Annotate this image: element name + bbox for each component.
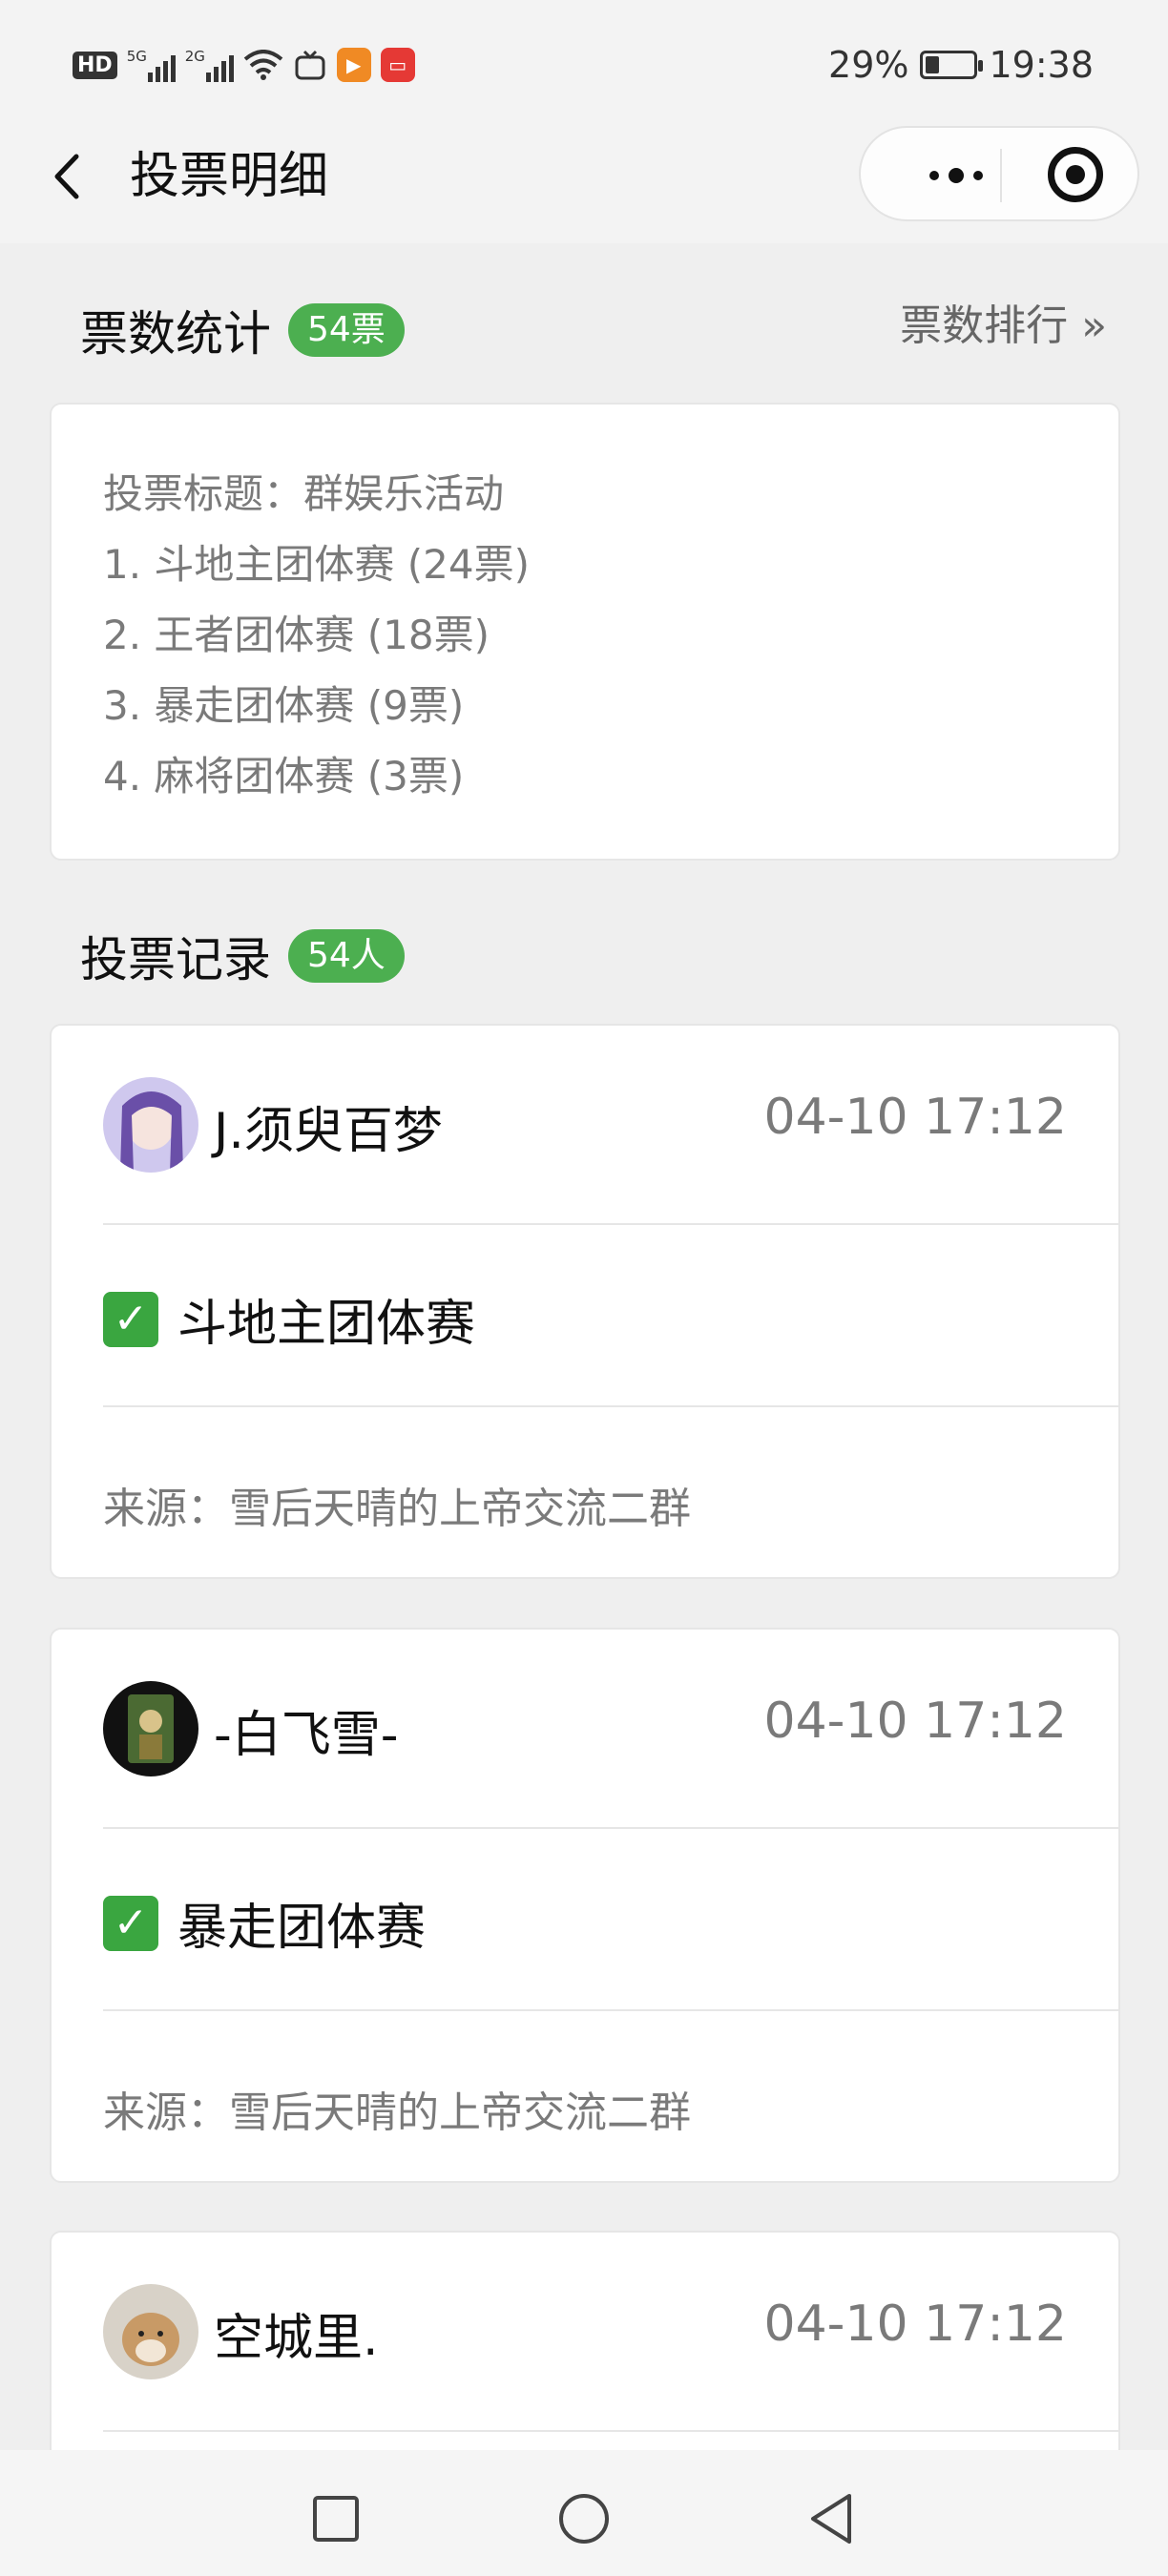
avatar xyxy=(103,2284,198,2379)
check-icon: ✓ xyxy=(103,1895,158,1951)
hd-icon: HD xyxy=(73,51,117,79)
status-bar: HD 5G 2G ▶ ▭ 29% 19:38 xyxy=(0,0,1168,134)
back-icon[interactable] xyxy=(48,143,86,210)
status-right: 29% 19:38 xyxy=(828,44,1094,86)
system-nav-bar xyxy=(0,2450,1168,2576)
record-card: -白飞雪- 04-10 17:12 ✓ 暴走团体赛 来源：雪后天晴的上帝交流二群 xyxy=(50,1628,1120,2183)
divider xyxy=(103,1827,1118,1829)
mini-program-capsule xyxy=(859,126,1139,221)
records-badge: 54人 xyxy=(288,929,405,983)
message-app-icon: ▭ xyxy=(380,48,415,82)
tv-app-icon xyxy=(295,50,325,80)
battery-percent: 29% xyxy=(828,44,909,86)
clock: 19:38 xyxy=(989,44,1094,86)
divider xyxy=(103,2009,1118,2011)
voter-name: 空城里. xyxy=(214,2310,379,2367)
vote-title: 投票标题：群娱乐活动 xyxy=(103,470,505,517)
option-1: 1. 斗地主团体赛 (24票) xyxy=(103,541,530,588)
vote-source: 来源：雪后天晴的上帝交流二群 xyxy=(103,1485,691,1533)
stats-badge: 54票 xyxy=(288,303,405,357)
vote-time: 04-10 17:12 xyxy=(763,1693,1067,1750)
target-icon[interactable] xyxy=(1048,147,1103,202)
rank-link[interactable]: 票数排行 » xyxy=(900,291,1107,352)
vote-time: 04-10 17:12 xyxy=(763,2296,1067,2353)
record-card: J.须臾百梦 04-10 17:12 ✓ 斗地主团体赛 来源：雪后天晴的上帝交流… xyxy=(50,1024,1120,1579)
avatar-image xyxy=(103,1681,198,1776)
option-3: 3. 暴走团体赛 (9票) xyxy=(103,682,465,729)
wifi-icon xyxy=(243,50,282,80)
avatar-image xyxy=(103,1077,198,1173)
stats-card: 投票标题：群娱乐活动 1. 斗地主团体赛 (24票) 2. 王者团体赛 (18票… xyxy=(50,403,1120,861)
vote-choice: ✓ 暴走团体赛 xyxy=(103,1887,426,1959)
circle-icon[interactable] xyxy=(555,2490,613,2547)
nav-bar: 投票明细 xyxy=(0,126,1168,243)
records-title: 投票记录 xyxy=(80,932,271,987)
voter-name: J.须臾百梦 xyxy=(214,1103,443,1160)
signal-icon-sim1: 5G xyxy=(127,48,176,82)
more-icon[interactable] xyxy=(899,158,1013,193)
divider xyxy=(103,2430,1118,2432)
voter-name: -白飞雪- xyxy=(214,1707,399,1764)
vote-source: 来源：雪后天晴的上帝交流二群 xyxy=(103,2088,691,2137)
battery-icon xyxy=(920,51,984,79)
status-icons: HD 5G 2G ▶ ▭ xyxy=(73,48,415,82)
stats-header: 票数统计 54票 xyxy=(80,296,405,364)
option-4: 4. 麻将团体赛 (3票) xyxy=(103,753,465,800)
back-triangle-icon[interactable] xyxy=(803,2490,861,2547)
avatar xyxy=(103,1077,198,1173)
check-icon: ✓ xyxy=(103,1291,158,1347)
option-2: 2. 王者团体赛 (18票) xyxy=(103,612,490,658)
vote-choice: ✓ 斗地主团体赛 xyxy=(103,1283,475,1355)
avatar xyxy=(103,1681,198,1776)
records-header: 投票记录 54人 xyxy=(80,922,405,990)
avatar-image xyxy=(103,2284,198,2379)
square-icon[interactable] xyxy=(307,2490,365,2547)
divider xyxy=(103,1405,1118,1407)
stats-title: 票数统计 xyxy=(80,306,271,362)
capsule-divider xyxy=(1000,149,1002,202)
page-title: 投票明细 xyxy=(130,148,329,205)
choice-text: 斗地主团体赛 xyxy=(177,1296,476,1353)
divider xyxy=(103,1223,1118,1225)
vote-time: 04-10 17:12 xyxy=(763,1089,1067,1146)
signal-icon-sim2: 2G xyxy=(185,48,234,82)
video-app-icon: ▶ xyxy=(336,48,371,82)
choice-text: 暴走团体赛 xyxy=(177,1900,427,1957)
